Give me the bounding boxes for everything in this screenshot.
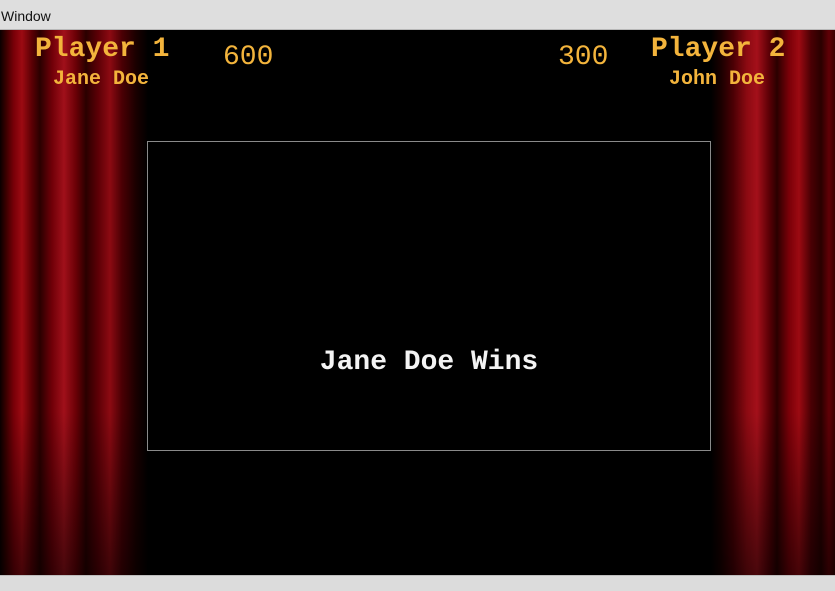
game-stage: Player 1 Jane Doe 600 300 Player 2 John … <box>0 30 835 575</box>
player-1-score: 600 <box>223 42 274 73</box>
player-2-score: 300 <box>558 42 609 73</box>
bottom-bar <box>0 575 835 591</box>
winner-message: Jane Doe Wins <box>319 347 539 378</box>
right-curtain <box>711 30 835 575</box>
game-board: Jane Doe Wins <box>147 141 711 451</box>
player-1-label: Player 1 <box>35 34 170 65</box>
app-window: Window Player 1 Jane Doe 600 300 Player … <box>0 0 835 591</box>
player-1-name: Jane Doe <box>53 68 150 91</box>
window-title: Window <box>1 8 51 24</box>
title-bar: Window <box>0 0 835 30</box>
player-2-label: Player 2 <box>651 34 786 65</box>
player-2-name: John Doe <box>669 68 766 91</box>
left-curtain <box>0 30 148 575</box>
